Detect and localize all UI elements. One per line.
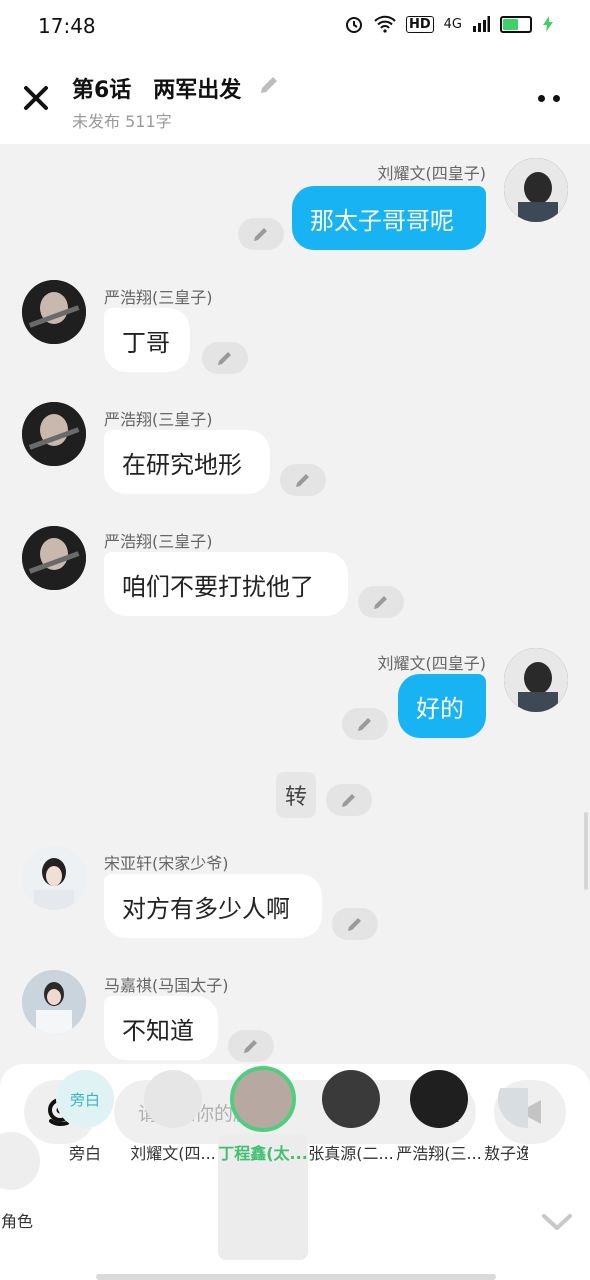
speaker-name: 严浩翔(三皇子): [104, 288, 213, 307]
pencil-icon: [374, 596, 387, 609]
edit-title-button[interactable]: [258, 74, 280, 96]
pencil-icon: [244, 1040, 257, 1053]
chapter-header: 第6话 两军出发 未发布 511字: [0, 52, 590, 144]
add-role-icon: [0, 1132, 40, 1190]
role-item-ding[interactable]: 丁程鑫(太...: [218, 1066, 308, 1192]
message-bubble[interactable]: 好的: [398, 674, 486, 738]
home-indicator: [96, 1274, 496, 1280]
role-item-yan[interactable]: 严浩翔(三...: [394, 1070, 482, 1192]
dot: [553, 94, 560, 102]
narration-bubble[interactable]: 转: [276, 772, 316, 818]
status-icons: HD 4G: [344, 14, 554, 34]
portrait-image: [22, 846, 86, 910]
role-name: 敖子逸: [484, 1144, 528, 1163]
pencil-icon: [296, 474, 309, 487]
role-name: 刘耀文(四...: [130, 1144, 216, 1163]
role-item-liu[interactable]: 刘耀文(四...: [128, 1070, 216, 1192]
speaker-name: 刘耀文(四皇子): [377, 654, 487, 673]
role-avatar: [322, 1070, 380, 1128]
role-name: 旁白: [68, 1144, 101, 1163]
message-bubble[interactable]: 丁哥: [104, 308, 190, 372]
chevron-down-icon[interactable]: [540, 1208, 574, 1232]
speaker-name: 严浩翔(三皇子): [104, 410, 213, 429]
speaker-name: 宋亚轩(宋家少爷): [104, 854, 229, 873]
avatar-liu[interactable]: [504, 648, 568, 712]
message-bubble[interactable]: 在研究地形: [104, 430, 270, 494]
edit-message-button[interactable]: [228, 1030, 274, 1062]
network-label: 4G: [443, 16, 462, 32]
portrait-image: [22, 526, 86, 590]
wifi-icon: [374, 15, 396, 33]
hd-badge: HD: [405, 15, 434, 33]
edit-message-button[interactable]: [280, 464, 326, 496]
message-bubble[interactable]: 不知道: [104, 996, 218, 1060]
edit-message-button[interactable]: [202, 342, 248, 374]
role-name: 角色: [0, 1212, 33, 1231]
role-item-zhang[interactable]: 张真源(二...: [306, 1070, 394, 1192]
pencil-icon: [348, 918, 361, 931]
scrollbar[interactable]: [584, 812, 588, 890]
avatar-song[interactable]: [22, 846, 86, 910]
chapter-title: 第6话 两军出发: [72, 78, 242, 103]
portrait-image: [22, 970, 86, 1034]
role-item-add[interactable]: 角色: [0, 1132, 40, 1256]
role-avatar: [230, 1066, 296, 1132]
edit-message-button[interactable]: [358, 586, 404, 618]
avatar-yan[interactable]: [22, 280, 86, 344]
role-avatar: [410, 1070, 468, 1128]
edit-message-button[interactable]: [238, 218, 284, 250]
role-item-narrator[interactable]: 旁白 旁白: [46, 1070, 126, 1192]
speaker-name: 马嘉祺(马国太子): [104, 976, 229, 995]
pencil-icon: [358, 718, 371, 731]
role-avatar: [498, 1088, 528, 1128]
signal-icon: [473, 16, 490, 32]
charging-icon: [543, 16, 553, 32]
edit-message-button[interactable]: [326, 784, 372, 816]
portrait-image: [504, 158, 568, 222]
avatar-liu[interactable]: [504, 158, 568, 222]
role-name: 张真源(二...: [308, 1144, 394, 1163]
chat-area[interactable]: 刘耀文(四皇子) 那太子哥哥呢 严浩翔(三皇子) 丁哥 严浩翔(三皇子) 在研究…: [0, 144, 590, 1064]
alarm-icon: [345, 17, 362, 33]
battery-icon: [500, 15, 532, 33]
pencil-icon: [254, 228, 267, 241]
role-picker[interactable]: 角色 旁白 旁白 刘耀文(四... 丁程鑫(太... 张真源(二... 严浩翔(…: [0, 1066, 590, 1231]
chapter-status: 未发布 511字: [72, 112, 172, 131]
portrait-image: [504, 648, 568, 712]
portrait-image: [22, 402, 86, 466]
edit-message-button[interactable]: [342, 708, 388, 740]
avatar-yan[interactable]: [22, 402, 86, 466]
edit-message-button[interactable]: [332, 908, 378, 940]
portrait-image: [22, 280, 86, 344]
message-bubble[interactable]: 那太子哥哥呢: [292, 186, 486, 250]
role-item-ao[interactable]: 敖子逸: [484, 1088, 528, 1192]
dot: [538, 94, 545, 102]
close-button[interactable]: [22, 84, 50, 112]
status-bar: 17:48 HD 4G: [0, 0, 590, 52]
more-button[interactable]: [538, 92, 568, 104]
role-name: 严浩翔(三...: [396, 1144, 482, 1163]
role-avatar: [144, 1070, 202, 1128]
avatar-ma[interactable]: [22, 970, 86, 1034]
status-time: 17:48: [38, 14, 96, 38]
pencil-icon: [218, 352, 231, 365]
narrator-avatar: 旁白: [56, 1070, 114, 1128]
role-name: 丁程鑫(太...: [218, 1144, 308, 1163]
pencil-icon: [261, 77, 277, 93]
message-bubble[interactable]: 咱们不要打扰他了: [104, 552, 348, 616]
close-icon: [24, 86, 48, 110]
speaker-name: 严浩翔(三皇子): [104, 532, 213, 551]
message-bubble[interactable]: 对方有多少人啊: [104, 874, 322, 938]
speaker-name: 刘耀文(四皇子): [377, 164, 487, 183]
avatar-yan[interactable]: [22, 526, 86, 590]
pencil-icon: [342, 794, 355, 807]
